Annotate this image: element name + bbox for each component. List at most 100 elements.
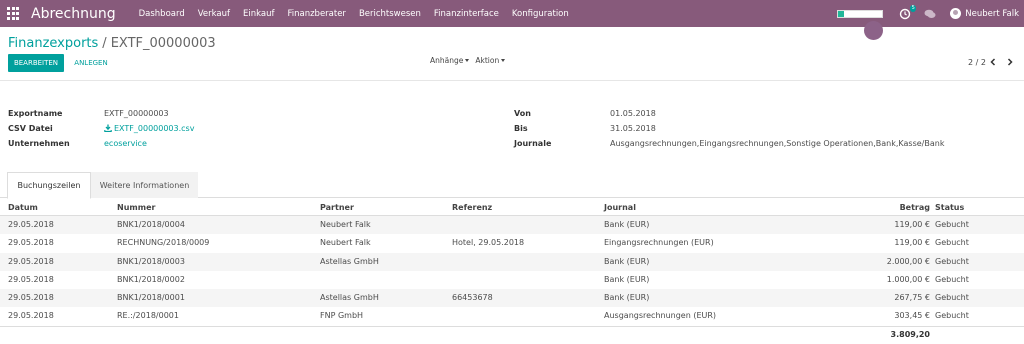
avatar: [950, 8, 962, 19]
cell-nummer: RECHNUNG/2018/0009: [117, 238, 210, 248]
table-row[interactable]: 29.05.2018 BNK1/2018/0001 Astellas GmbH …: [0, 289, 1024, 308]
cell-datum: 29.05.2018: [8, 293, 54, 303]
journals-value: Ausgangsrechnungen,Eingangsrechnungen,So…: [610, 139, 945, 148]
create-button[interactable]: ANLEGEN: [73, 54, 109, 72]
cell-betrag: 303,45 €: [894, 311, 930, 321]
table-row[interactable]: 29.05.2018 BNK1/2018/0002 Bank (EUR) 1.0…: [0, 271, 1024, 289]
main-menu: Dashboard Verkauf Einkauf Finanzberater …: [139, 9, 582, 19]
cell-status: Gebucht: [935, 220, 969, 229]
table-row[interactable]: 29.05.2018 RE.:/2018/0001 FNP GmbH Ausga…: [0, 307, 1024, 325]
breadcrumb-parent-link[interactable]: Finanzexports: [8, 36, 98, 51]
caret-down-icon: [501, 59, 506, 62]
csv-file-download-link[interactable]: EXTF_00000003.csv: [104, 124, 194, 133]
activity-clock-icon[interactable]: 5: [899, 4, 917, 20]
menu-item-finanzberater[interactable]: Finanzberater: [287, 9, 345, 19]
apps-grid-icon[interactable]: [7, 6, 21, 21]
header-betrag[interactable]: Betrag: [900, 203, 930, 212]
header-journal[interactable]: Journal: [604, 203, 636, 212]
onboarding-progress-bar[interactable]: [837, 9, 884, 18]
cell-nummer: BNK1/2018/0004: [117, 220, 185, 229]
action-dropdown-label: Aktion: [475, 56, 500, 65]
cell-journal: Bank (EUR): [604, 293, 650, 303]
control-panel-divider: [0, 80, 1024, 81]
tab-weitere-informationen[interactable]: Weitere Informationen: [91, 172, 198, 198]
cell-status: Gebucht: [935, 293, 969, 303]
breadcrumb: Finanzexports / EXTF_00000003: [8, 36, 216, 51]
activity-badge: 5: [910, 4, 917, 12]
header-referenz[interactable]: Referenz: [452, 203, 492, 212]
menu-item-konfiguration[interactable]: Konfiguration: [512, 9, 569, 19]
table-row[interactable]: 29.05.2018 RECHNUNG/2018/0009 Neubert Fa…: [0, 234, 1024, 252]
chevron-left-icon: [990, 58, 996, 66]
table-row[interactable]: 29.05.2018 BNK1/2018/0004 Neubert Falk B…: [0, 216, 1024, 235]
csv-file-name: EXTF_00000003.csv: [114, 124, 195, 133]
pager-previous-button[interactable]: [987, 56, 999, 68]
cell-datum: 29.05.2018: [8, 274, 54, 284]
pager-value[interactable]: 2 / 2: [968, 58, 986, 67]
cell-status: Gebucht: [935, 256, 969, 266]
cell-betrag: 1.000,00 €: [886, 274, 930, 284]
tab-buchungszeilen[interactable]: Buchungszeilen: [7, 172, 91, 199]
total-betrag: 3.809,20: [890, 329, 930, 339]
cell-betrag: 119,00 €: [894, 238, 930, 248]
caret-down-icon: [465, 59, 470, 62]
progress-fill: [838, 10, 844, 17]
menu-item-dashboard[interactable]: Dashboard: [139, 9, 185, 19]
chevron-right-icon: [1007, 58, 1013, 66]
menu-item-berichtswesen[interactable]: Berichtswesen: [359, 9, 421, 19]
cell-referenz: 66453678: [452, 293, 493, 303]
user-name: Neubert Falk: [965, 8, 1019, 19]
navbar-right: 5 Neubert Falk: [837, 0, 1024, 27]
cell-partner: Neubert Falk: [320, 238, 371, 248]
exportname-label: Exportname: [8, 109, 63, 118]
cell-datum: 29.05.2018: [8, 220, 54, 229]
breadcrumb-current: EXTF_00000003: [110, 36, 216, 51]
app-title: Abrechnung: [31, 5, 116, 22]
cell-betrag: 119,00 €: [894, 220, 930, 229]
header-partner[interactable]: Partner: [320, 203, 354, 212]
pager-next-button[interactable]: [1004, 56, 1016, 68]
journals-label: Journale: [514, 139, 552, 148]
move-lines-table: Datum Nummer Partner Referenz Journal Be…: [0, 199, 1024, 342]
action-dropdown[interactable]: Aktion: [475, 56, 506, 65]
cell-betrag: 2.000,00 €: [886, 256, 930, 266]
date-to-value: 31.05.2018: [610, 124, 656, 133]
cell-journal: Bank (EUR): [604, 274, 650, 284]
cell-datum: 29.05.2018: [8, 311, 54, 321]
chat-icon[interactable]: [924, 9, 936, 19]
cell-journal: Bank (EUR): [604, 256, 650, 266]
cell-nummer: BNK1/2018/0002: [117, 274, 185, 284]
menu-item-finanzinterface[interactable]: Finanzinterface: [434, 9, 499, 19]
menu-item-verkauf[interactable]: Verkauf: [198, 9, 230, 19]
table-footer: 3.809,20: [0, 325, 1024, 342]
edit-button[interactable]: BEARBEITEN: [8, 54, 64, 72]
cell-datum: 29.05.2018: [8, 256, 54, 266]
cell-referenz: Hotel, 29.05.2018: [452, 238, 525, 248]
cell-status: Gebucht: [935, 274, 969, 284]
sidebar-dropdowns: Anhänge Aktion: [430, 56, 511, 65]
csv-file-label: CSV Datei: [8, 124, 53, 133]
cell-partner: Astellas GmbH: [320, 293, 379, 303]
download-icon: [104, 124, 112, 132]
attachments-dropdown[interactable]: Anhänge: [430, 56, 470, 65]
header-datum[interactable]: Datum: [8, 203, 38, 212]
cell-nummer: BNK1/2018/0001: [117, 293, 185, 303]
menu-item-einkauf[interactable]: Einkauf: [243, 9, 274, 19]
table-row[interactable]: 29.05.2018 BNK1/2018/0003 Astellas GmbH …: [0, 252, 1024, 271]
cell-journal: Bank (EUR): [604, 220, 650, 229]
header-nummer[interactable]: Nummer: [117, 203, 155, 212]
cell-journal: Ausgangsrechnungen (EUR): [604, 311, 717, 321]
header-status[interactable]: Status: [935, 203, 964, 212]
cell-partner: Astellas GmbH: [320, 256, 379, 266]
cell-betrag: 267,75 €: [894, 293, 930, 303]
cursor-marker: [864, 21, 883, 40]
cell-journal: Eingangsrechnungen (EUR): [604, 238, 714, 248]
user-menu[interactable]: Neubert Falk: [950, 8, 1019, 19]
date-from-value: 01.05.2018: [610, 109, 656, 118]
company-link[interactable]: ecoservice: [104, 139, 147, 148]
cell-partner: FNP GmbH: [320, 311, 364, 321]
cell-partner: Neubert Falk: [320, 220, 371, 229]
exportname-value: EXTF_00000003: [104, 109, 169, 118]
date-from-label: Von: [514, 109, 531, 118]
cell-nummer: RE.:/2018/0001: [117, 311, 179, 321]
